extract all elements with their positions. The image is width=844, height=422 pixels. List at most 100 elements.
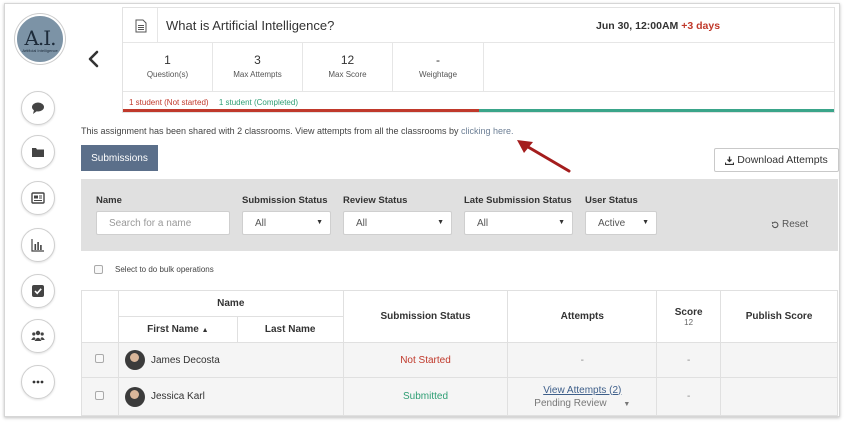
submission-status-select[interactable]: All ▼ [242, 211, 331, 235]
first-name-header-label: First Name [147, 324, 199, 335]
score-cell: - [656, 342, 722, 378]
review-status-filter: Review Status All ▼ [343, 195, 452, 235]
student-name-cell: Jessica Karl [117, 377, 344, 416]
select-value: All [255, 218, 267, 229]
submission-status-cell: Not Started [342, 342, 509, 378]
late-submission-filter-label: Late Submission Status [464, 195, 572, 206]
submission-status-cell: Submitted [342, 377, 509, 416]
user-status-select[interactable]: Active ▼ [585, 211, 657, 235]
user-status-filter: User Status Active ▼ [585, 195, 657, 235]
review-status-value: Pending Review [534, 397, 607, 409]
stat-weightage: - Weightage [393, 43, 484, 91]
name-search-input[interactable]: Search for a name [96, 211, 230, 235]
back-chevron-icon[interactable] [87, 50, 101, 68]
row-checkbox[interactable] [95, 390, 105, 400]
checkbox-icon [32, 285, 44, 297]
attempts-cell: View Attempts (2) Pending Review ▼ [507, 377, 658, 416]
rail-chat-button[interactable] [21, 91, 55, 125]
select-value: Active [598, 218, 626, 229]
folder-icon [32, 148, 44, 157]
rail-users-button[interactable] [21, 319, 55, 353]
bulk-select: Select to do bulk operations [94, 265, 214, 274]
download-attempts-label: Download Attempts [737, 154, 828, 166]
table-header-first-name[interactable]: First Name ▲ [117, 316, 238, 343]
reset-icon [771, 221, 779, 228]
rail-tasks-button[interactable] [21, 274, 55, 308]
download-attempts-button[interactable]: Download Attempts [714, 148, 839, 172]
rail-folder-button[interactable] [21, 135, 55, 169]
users-icon [31, 330, 45, 341]
download-icon [725, 156, 735, 165]
bulk-select-checkbox[interactable] [94, 265, 103, 274]
late-submission-select[interactable]: All ▼ [464, 211, 573, 235]
progress-not-started-segment [123, 109, 479, 112]
rail-assignment-button[interactable] [21, 181, 55, 215]
table-header-publish-score: Publish Score [720, 290, 838, 343]
submissions-table: Name Submission Status Attempts Score 12 … [81, 290, 838, 416]
late-submission-filter: Late Submission Status All ▼ [464, 195, 573, 235]
row-checkbox[interactable] [95, 354, 105, 363]
view-all-classrooms-link[interactable]: clicking here. [461, 126, 514, 136]
score-cell: - [656, 377, 722, 416]
row-select-cell [81, 342, 119, 378]
rail-more-button[interactable] [21, 365, 55, 399]
select-value: All [477, 218, 489, 229]
stat-label: Max Score [328, 70, 367, 79]
submission-status-filter-label: Submission Status [242, 195, 328, 206]
avatar [124, 386, 145, 407]
rail-reports-button[interactable] [21, 228, 55, 262]
table-row: James Decosta Not Started - - [81, 342, 838, 378]
review-status-select[interactable]: All ▼ [343, 211, 452, 235]
tab-submissions[interactable]: Submissions [81, 145, 158, 171]
assignment-card: What is Artificial Intelligence? Jun 30,… [122, 7, 835, 113]
completed-count[interactable]: 1 student (Completed) [219, 98, 298, 107]
sort-asc-icon: ▲ [201, 327, 209, 334]
stat-value: 1 [164, 53, 171, 67]
stat-questions: 1 Question(s) [123, 43, 213, 91]
review-status-filter-label: Review Status [343, 195, 408, 206]
stat-label: Weightage [418, 70, 458, 79]
assignment-stats: 1 Question(s) 3 Max Attempts 12 Max Score -… [123, 43, 834, 92]
name-filter-label: Name [96, 195, 122, 206]
review-status-select[interactable]: Pending Review ▼ [508, 398, 656, 409]
table-row: Jessica Karl Submitted View Attempts (2)… [81, 377, 838, 416]
table-header-last-name[interactable]: Last Name [236, 316, 344, 343]
due-date: Jun 30, 12:00AM +3 days [596, 20, 720, 32]
progress-completed-segment [478, 109, 834, 112]
caret-down-icon: ▼ [558, 219, 565, 226]
table-header-select [81, 290, 119, 343]
document-icon [135, 19, 147, 33]
more-icon [32, 380, 44, 384]
course-logo[interactable]: A.I. Artificial Intelligence [15, 14, 65, 64]
student-name[interactable]: James Decosta [151, 355, 220, 366]
filters-panel: Name Search for a name Submission Status… [81, 179, 838, 251]
app-frame: A.I. Artificial Intelligence What is Art… [4, 3, 840, 417]
user-status-filter-label: User Status [585, 195, 638, 206]
completion-progress-bar [123, 109, 834, 112]
publish-score-cell [720, 377, 838, 416]
shared-notice-text: This assignment has been shared with 2 c… [81, 126, 459, 136]
bar-chart-icon [31, 239, 44, 252]
avatar [124, 350, 145, 370]
stat-value: 12 [340, 53, 355, 67]
not-started-count[interactable]: 1 student (Not started) [129, 98, 209, 107]
stat-label: Max Attempts [233, 70, 282, 79]
reset-button[interactable]: Reset [771, 219, 808, 230]
due-date-text: Jun 30, 12:00AM [596, 20, 679, 32]
table-header-score: Score 12 [656, 290, 722, 343]
stat-label: Question(s) [146, 70, 189, 79]
logo-text: A.I. [24, 26, 56, 50]
attempts-cell: - [507, 342, 658, 378]
view-attempts-link[interactable]: View Attempts (2) [508, 385, 656, 396]
stat-value: 3 [254, 53, 261, 67]
select-value: All [356, 218, 368, 229]
stat-value: - [436, 53, 440, 67]
bulk-select-label: Select to do bulk operations [115, 265, 214, 274]
completion-status-row: 1 student (Not started) 1 student (Compl… [123, 92, 834, 112]
caret-down-icon: ▼ [316, 219, 323, 226]
stat-max-attempts: 3 Max Attempts [213, 43, 303, 91]
assignment-title-row: What is Artificial Intelligence? Jun 30,… [123, 8, 834, 43]
caret-down-icon: ▼ [437, 219, 444, 226]
student-name[interactable]: Jessica Karl [151, 391, 205, 402]
student-name-cell: James Decosta [117, 342, 344, 378]
